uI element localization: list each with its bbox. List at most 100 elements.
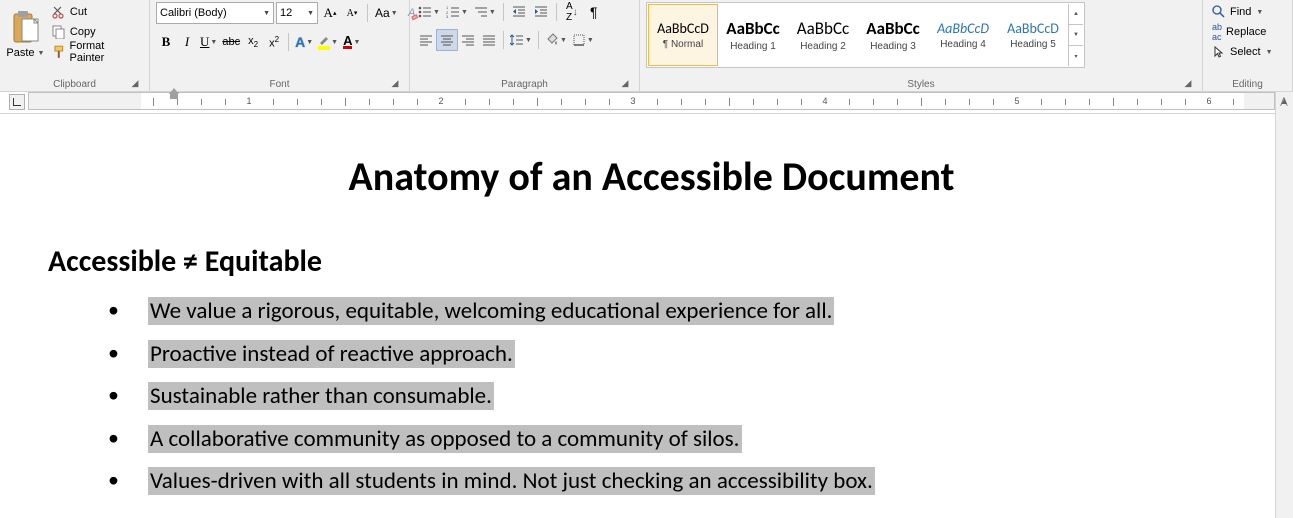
underline-button[interactable]: U▼ [198,32,219,52]
gallery-scroll-down[interactable]: ▼ [1069,25,1083,45]
font-name-combo[interactable]: Calibri (Body)▼ [156,2,274,24]
bullets-button[interactable]: ▼ [416,2,442,22]
paragraph-dialog-launcher[interactable]: ◢ [619,77,631,89]
strikethrough-button[interactable]: abc [220,32,242,52]
chevron-down-icon: ▼ [331,39,338,46]
group-clipboard: Paste▼ Cut Copy Format Painter Clipboard… [0,0,150,91]
highlight-button[interactable]: ▼ [316,32,340,52]
group-editing: Find ▼ abacReplace Select ▼ Editing [1203,0,1293,91]
font-size-value: 12 [280,7,292,19]
shading-button[interactable]: ▼ [543,30,569,50]
borders-icon [572,33,586,47]
list-item[interactable]: We value a rigorous, equitable, welcomin… [108,290,1275,333]
collapse-ribbon-button[interactable]: ⋀ [1277,94,1291,108]
scissors-icon [52,5,66,19]
page: Anatomy of an Accessible Document Access… [28,114,1275,518]
chevron-down-icon: ▼ [38,50,45,57]
style-tile-heading-2[interactable]: AaBbCcHeading 2 [788,4,858,66]
chevron-down-icon: ▼ [1266,49,1273,56]
replace-button[interactable]: abacReplace [1209,22,1269,42]
font-group-label: Font [269,79,289,90]
document-area[interactable]: Anatomy of an Accessible Document Access… [0,114,1275,518]
italic-button[interactable]: I [177,32,197,52]
cut-button[interactable]: Cut [49,2,143,22]
ruler-number: 1 [246,96,251,106]
document-title[interactable]: Anatomy of an Accessible Document [28,114,1275,211]
chevron-down-icon: ▼ [489,9,496,16]
style-tile-heading-1[interactable]: AaBbCcHeading 1 [718,4,788,66]
find-button[interactable]: Find ▼ [1209,2,1266,22]
style-tile--normal[interactable]: AaBbCcD¶ Normal [648,4,718,66]
gallery-scroll-up[interactable]: ▲ [1069,4,1083,25]
document-bullet-list[interactable]: We value a rigorous, equitable, welcomin… [28,284,1275,503]
paintbrush-icon [52,45,66,59]
ruler-number: 4 [822,96,827,106]
sort-button[interactable]: AZ↓ [562,2,582,22]
shrink-font-button[interactable]: A▾ [342,3,362,23]
align-left-icon [419,33,433,47]
select-button[interactable]: Select ▼ [1209,42,1276,62]
style-tile-heading-4[interactable]: AaBbCcDHeading 4 [928,4,998,66]
group-styles: AaBbCcD¶ NormalAaBbCcHeading 1AaBbCcHead… [640,0,1203,91]
clipboard-group-label: Clipboard [53,79,96,90]
list-item[interactable]: Sustainable rather than consumable. [108,375,1275,418]
find-label: Find [1230,6,1251,18]
ribbon: Paste▼ Cut Copy Format Painter Clipboard… [0,0,1293,92]
bullets-icon [418,5,432,19]
line-spacing-icon [510,33,524,47]
align-left-button[interactable] [416,30,436,50]
align-right-button[interactable] [458,30,478,50]
search-icon [1212,5,1226,19]
decrease-indent-button[interactable] [509,2,529,22]
horizontal-ruler[interactable]: 123456 [0,92,1293,114]
chevron-down-icon: ▼ [560,37,567,44]
paste-button[interactable]: Paste▼ [6,2,45,68]
increase-indent-button[interactable] [531,2,551,22]
multilevel-list-button[interactable]: ▼ [472,2,498,22]
list-item[interactable]: Proactive instead of reactive approach. [108,333,1275,376]
style-tile-heading-5[interactable]: AaBbCcDHeading 5 [998,4,1068,66]
borders-button[interactable]: ▼ [570,30,596,50]
font-dialog-launcher[interactable]: ◢ [389,77,401,89]
chevron-down-icon: ▼ [433,9,440,16]
outdent-icon [512,5,526,19]
chevron-down-icon: ▼ [260,10,270,17]
replace-icon: abac [1212,22,1222,42]
format-painter-button[interactable]: Format Painter [49,42,143,62]
cursor-icon [1212,45,1226,59]
line-spacing-button[interactable]: ▼ [508,30,534,50]
separator [556,3,557,21]
text-effects-button[interactable]: A▼ [293,32,315,52]
show-paragraph-marks-button[interactable]: ¶ [584,2,604,22]
subscript-button[interactable]: x2 [243,32,263,52]
chevron-down-icon: ▼ [587,37,594,44]
justify-button[interactable] [479,30,499,50]
numbering-button[interactable]: 123▼ [444,2,470,22]
align-center-icon [440,33,454,47]
vertical-scrollbar[interactable]: ▲ [1275,92,1293,518]
list-item[interactable]: Values-driven with all students in mind.… [108,460,1275,503]
tab-selector[interactable] [9,94,25,110]
styles-group-label: Styles [907,79,934,90]
copy-button[interactable]: Copy [49,22,143,42]
gallery-expand[interactable]: ▾ [1069,45,1083,66]
change-case-button[interactable]: Aa▼ [373,3,400,23]
bold-button[interactable]: B [156,32,176,52]
superscript-button[interactable]: x2 [264,32,284,52]
clipboard-dialog-launcher[interactable]: ◢ [129,77,141,89]
multilevel-icon [474,5,488,19]
select-label: Select [1230,46,1261,58]
editing-group-label: Editing [1232,79,1263,90]
grow-font-button[interactable]: A▴ [320,3,340,23]
styles-dialog-launcher[interactable]: ◢ [1182,77,1194,89]
chevron-down-icon: ▼ [1256,9,1263,16]
document-heading[interactable]: Accessible ≠ Equitable [28,211,1275,284]
styles-gallery[interactable]: AaBbCcD¶ NormalAaBbCcHeading 1AaBbCcHead… [646,2,1085,68]
style-tile-heading-3[interactable]: AaBbCcHeading 3 [858,4,928,66]
align-center-button[interactable] [437,30,457,50]
list-item[interactable]: A collaborative community as opposed to … [108,418,1275,461]
font-color-button[interactable]: A▼ [341,32,362,52]
paragraph-group-label: Paragraph [501,79,548,90]
font-size-combo[interactable]: 12▼ [276,2,318,24]
cut-label: Cut [70,6,87,18]
